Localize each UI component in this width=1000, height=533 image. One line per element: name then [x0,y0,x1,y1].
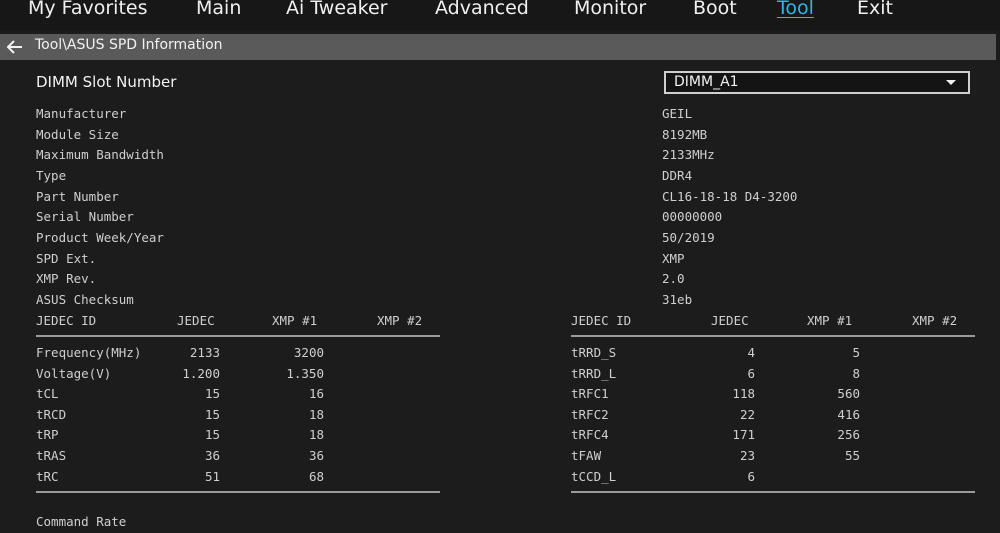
tab-advanced[interactable]: Advanced [435,0,529,19]
right-row-name: tRFC4 [571,427,609,442]
tab-main[interactable]: Main [196,0,241,19]
left-row-xmp1: 18 [308,427,324,442]
right-header-jedec: JEDEC [711,313,749,328]
left-table-footer-rule [36,491,440,493]
info-value-module-size: 8192MB [662,127,708,142]
left-row-jedec: 51 [204,469,220,484]
left-row-xmp1: 18 [308,407,324,422]
right-row-name: tCCD_L [571,469,617,484]
back-arrow-icon[interactable] [5,37,25,57]
right-row-jedec: 23 [739,448,755,463]
left-row-jedec: 36 [204,448,220,463]
info-label-type: Type [36,168,67,183]
info-label-max-bandwidth: Maximum Bandwidth [36,147,164,162]
top-nav: My Favorites Main Ai Tweaker Advanced Mo… [0,0,1000,30]
tab-exit[interactable]: Exit [857,0,893,19]
right-header-jedec-id: JEDEC ID [571,313,632,328]
right-row-name: tFAW [571,448,602,463]
left-row-jedec: 15 [204,407,220,422]
tab-monitor[interactable]: Monitor [574,0,646,19]
info-value-type: DDR4 [662,168,693,183]
command-rate-label: Command Rate [36,514,127,529]
dimm-slot-dropdown[interactable]: DIMM_A1 [664,71,970,94]
left-header-xmp1: XMP #1 [272,313,318,328]
left-row-name: tRP [36,427,59,442]
breadcrumb: Tool\ASUS SPD Information [35,37,223,53]
info-label-part-number: Part Number [36,189,119,204]
left-row-name: Voltage(V) [36,366,112,381]
tab-ai-tweaker[interactable]: Ai Tweaker [286,0,387,19]
left-header-jedec: JEDEC [177,313,215,328]
dimm-slot-selected: DIMM_A1 [674,74,739,90]
info-value-asus-checksum: 31eb [662,292,693,307]
left-row-jedec: 15 [204,386,220,401]
right-row-jedec: 6 [747,366,755,381]
right-row-xmp1: 560 [837,386,860,401]
right-row-jedec: 4 [747,345,755,360]
info-label-manufacturer: Manufacturer [36,106,127,121]
chevron-down-icon [946,80,956,85]
left-row-xmp1: 68 [308,469,324,484]
info-label-spd-ext: SPD Ext. [36,251,97,266]
left-table-header-rule [36,335,440,337]
left-row-name: tRAS [36,448,67,463]
info-label-module-size: Module Size [36,127,119,142]
info-label-product-week-year: Product Week/Year [36,230,164,245]
right-row-name: tRFC1 [571,386,609,401]
right-header-xmp1: XMP #1 [807,313,853,328]
tab-boot[interactable]: Boot [693,0,737,19]
right-row-name: tRRD_L [571,366,617,381]
right-row-jedec: 6 [747,469,755,484]
left-row-xmp1: 3200 [293,345,324,360]
left-row-xmp1: 36 [308,448,324,463]
left-header-xmp2: XMP #2 [377,313,423,328]
right-row-xmp1: 55 [844,448,860,463]
right-header-xmp2: XMP #2 [912,313,958,328]
info-value-spd-ext: XMP [662,251,685,266]
left-row-name: Frequency(MHz) [36,345,142,360]
left-row-xmp1: 16 [308,386,324,401]
dimm-slot-label: DIMM Slot Number [36,73,177,91]
info-value-max-bandwidth: 2133MHz [662,147,715,162]
info-label-asus-checksum: ASUS Checksum [36,292,134,307]
info-value-serial-number: 00000000 [662,209,723,224]
breadcrumb-bar: Tool\ASUS SPD Information [0,34,996,60]
left-row-name: tRCD [36,407,67,422]
right-row-xmp1: 8 [852,366,860,381]
right-row-xmp1: 5 [852,345,860,360]
info-value-part-number: CL16-18-18 D4-3200 [662,189,798,204]
info-label-serial-number: Serial Number [36,209,134,224]
right-row-jedec: 22 [739,407,755,422]
left-row-xmp1: 1.350 [286,366,324,381]
right-row-xmp1: 416 [837,407,860,422]
right-row-name: tRRD_S [571,345,617,360]
left-row-jedec: 1.200 [182,366,220,381]
left-row-name: tRC [36,469,59,484]
right-row-xmp1: 256 [837,427,860,442]
tab-tool[interactable]: Tool [777,0,814,19]
left-header-jedec-id: JEDEC ID [36,313,97,328]
right-row-jedec: 171 [732,427,755,442]
right-table-footer-rule [571,491,975,493]
right-table-header-rule [571,335,975,337]
left-row-jedec: 15 [204,427,220,442]
info-label-xmp-rev: XMP Rev. [36,271,97,286]
info-value-xmp-rev: 2.0 [662,271,685,286]
left-row-name: tCL [36,386,59,401]
right-row-jedec: 118 [732,386,755,401]
right-row-name: tRFC2 [571,407,609,422]
left-row-jedec: 2133 [189,345,220,360]
info-value-product-week-year: 50/2019 [662,230,715,245]
tab-my-favorites[interactable]: My Favorites [28,0,148,19]
info-value-manufacturer: GEIL [662,106,693,121]
